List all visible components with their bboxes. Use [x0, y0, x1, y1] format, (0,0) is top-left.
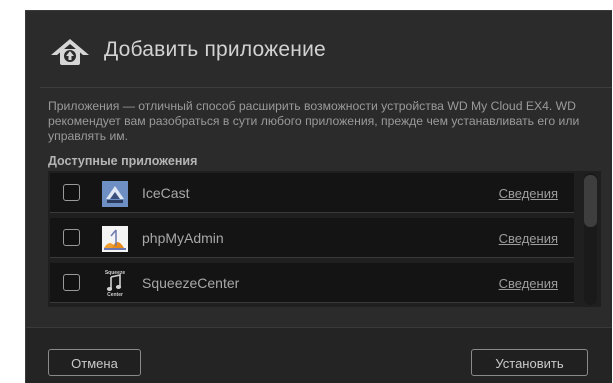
install-button[interactable]: Установить: [471, 349, 588, 376]
app-name: SqueezeCenter: [142, 275, 240, 291]
details-link[interactable]: Сведения: [499, 276, 558, 291]
app-checkbox[interactable]: [63, 229, 80, 246]
details-link[interactable]: Сведения: [499, 231, 558, 246]
cloud-app-icon: [51, 39, 89, 65]
dialog-description: Приложения — отличный способ расширить в…: [48, 99, 580, 143]
available-apps-heading: Доступные приложения: [48, 154, 198, 168]
add-app-dialog: Добавить приложение Приложения — отличны…: [25, 10, 612, 383]
apps-list[interactable]: IceCast Сведения phpMyAdmin Сведения Squ…: [48, 171, 601, 307]
list-item-squeezecenter: Squeeze Center SqueezeCenter Сведения: [50, 263, 574, 303]
app-name: IceCast: [142, 185, 190, 201]
dialog-footer: Отмена Установить: [26, 327, 612, 383]
phpmyadmin-icon: [102, 226, 128, 252]
squeezecenter-icon: Squeeze Center: [105, 270, 126, 298]
details-link[interactable]: Сведения: [499, 186, 558, 201]
list-item-icecast: IceCast Сведения: [50, 173, 574, 213]
squeezecenter-icon-text-bottom: Center: [107, 292, 123, 298]
scrollbar-thumb[interactable]: [584, 175, 597, 227]
icecast-icon: [102, 181, 128, 207]
app-checkbox[interactable]: [63, 274, 80, 291]
app-checkbox[interactable]: [63, 184, 80, 201]
dialog-header: Добавить приложение: [26, 11, 612, 90]
squeezecenter-icon-text-top: Squeeze: [105, 270, 126, 276]
app-name: phpMyAdmin: [142, 230, 224, 246]
cancel-button[interactable]: Отмена: [48, 349, 141, 376]
list-item-phpmyadmin: phpMyAdmin Сведения: [50, 218, 574, 258]
scrollbar[interactable]: [584, 173, 597, 305]
header-divider: [40, 87, 612, 88]
dialog-title: Добавить приложение: [104, 38, 326, 61]
